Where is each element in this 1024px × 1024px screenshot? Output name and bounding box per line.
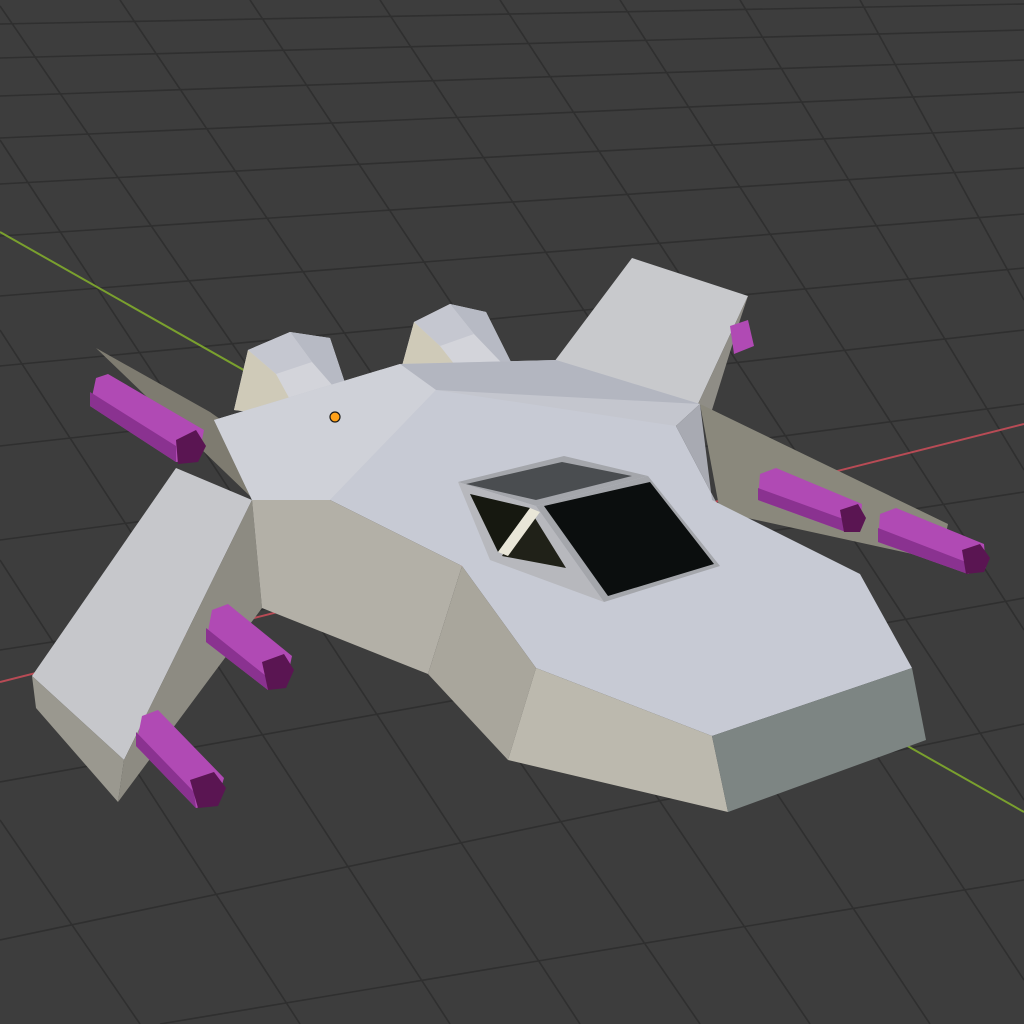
object-origin-marker[interactable] [329, 411, 341, 423]
3d-viewport[interactable] [0, 0, 1024, 1024]
